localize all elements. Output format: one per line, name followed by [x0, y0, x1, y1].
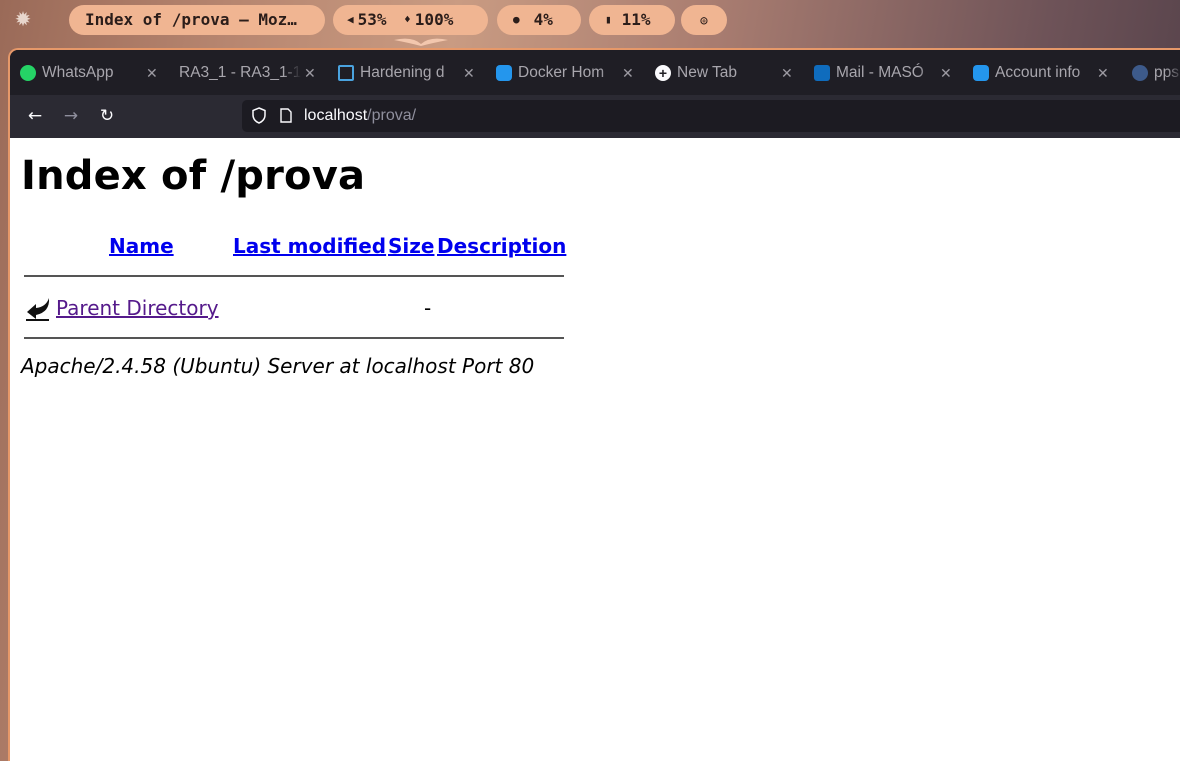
tab-label: RA3_1 - RA3_1-1.	[179, 58, 301, 88]
speaker-icon: ◀	[347, 13, 354, 26]
forward-arrow-icon[interactable]: →	[60, 105, 82, 127]
table-divider	[24, 337, 564, 339]
close-icon[interactable]: ✕	[1097, 58, 1109, 88]
server-signature: Apache/2.4.58 (Ubuntu) Server at localho…	[21, 354, 535, 378]
memory-module[interactable]: ▮ 11%	[589, 5, 675, 35]
top-status-bar: ✹ Index of /prova — Moz… ◀ 53% ♦ 100% ● 4% …	[0, 0, 1180, 46]
database-icon: ▮	[605, 13, 612, 26]
gear-icon[interactable]: ✹	[12, 8, 34, 30]
bulb-icon: ♦	[404, 13, 411, 26]
close-icon[interactable]: ✕	[146, 58, 158, 88]
tab-label: WhatsApp	[42, 58, 142, 88]
close-icon[interactable]: ✕	[781, 58, 793, 88]
url-host: localhost	[304, 107, 368, 124]
tab-label: pps	[1154, 58, 1180, 88]
tab-label: Account info	[995, 58, 1095, 88]
browser-window: WhatsApp ✕ RA3_1 - RA3_1-1. ✕ Hardening …	[8, 48, 1180, 761]
back-folder-icon	[26, 298, 50, 321]
nav-toolbar: ← → ↻ localhost/prova/	[10, 95, 1180, 138]
close-icon[interactable]: ✕	[304, 58, 316, 88]
idle-inhibitor-module[interactable]: ◎	[681, 5, 727, 35]
url-text[interactable]: localhost/prova/	[304, 106, 416, 126]
tab-docker-hub[interactable]: Docker Hom ✕	[496, 58, 636, 88]
tab-hardening[interactable]: Hardening d ✕	[338, 58, 478, 88]
tab-label: Mail - MASÓ	[836, 58, 936, 88]
whatsapp-icon	[20, 65, 36, 81]
reload-icon[interactable]: ↻	[96, 105, 118, 127]
tab-pps[interactable]: pps	[1132, 58, 1180, 88]
volume-value: 53%	[357, 10, 387, 29]
outlook-icon	[814, 65, 830, 81]
decoration-icon	[394, 38, 448, 46]
column-header-last-modified[interactable]: Last modified	[233, 232, 386, 260]
page-icon[interactable]	[280, 108, 292, 123]
column-header-name[interactable]: Name	[109, 232, 174, 260]
window-title-text: Index of /prova — Moz…	[85, 10, 297, 29]
tab-whatsapp[interactable]: WhatsApp ✕	[20, 58, 160, 88]
close-icon[interactable]: ✕	[622, 58, 634, 88]
back-arrow-icon[interactable]: ←	[24, 105, 46, 127]
tab-ra3[interactable]: RA3_1 - RA3_1-1. ✕	[179, 58, 319, 88]
new-tab-icon: +	[655, 65, 671, 81]
docker-icon	[973, 65, 989, 81]
address-bar[interactable]: localhost/prova/	[242, 100, 1180, 132]
docker-icon	[496, 65, 512, 81]
cpu-module[interactable]: ● 4%	[497, 5, 581, 35]
tab-new-tab[interactable]: + New Tab ✕	[655, 58, 795, 88]
eye-off-icon: ◎	[700, 13, 708, 27]
close-icon[interactable]: ✕	[463, 58, 475, 88]
tab-label: New Tab	[677, 58, 777, 88]
brightness-value: 100%	[414, 10, 454, 29]
size-value: -	[424, 296, 432, 320]
cpu-value: 4%	[533, 10, 553, 29]
page-content: Index of /prova Name Last modified Size …	[10, 138, 1180, 761]
shield-icon[interactable]	[252, 107, 266, 124]
active-window-title[interactable]: Index of /prova — Moz…	[69, 5, 325, 35]
tab-mail[interactable]: Mail - MASÓ ✕	[814, 58, 954, 88]
url-path: /prova/	[367, 107, 417, 124]
tab-label: Hardening d	[360, 58, 460, 88]
tab-label: Docker Hom	[518, 58, 618, 88]
memory-value: 11%	[621, 10, 651, 29]
cpu-icon: ●	[513, 13, 520, 26]
parent-directory-link[interactable]: Parent Directory	[56, 294, 219, 322]
hardening-icon	[338, 65, 354, 81]
column-header-description[interactable]: Description	[437, 232, 566, 260]
column-header-size[interactable]: Size	[388, 232, 434, 260]
close-icon[interactable]: ✕	[940, 58, 952, 88]
table-divider	[24, 275, 564, 277]
tab-strip: WhatsApp ✕ RA3_1 - RA3_1-1. ✕ Hardening …	[10, 50, 1180, 95]
page-title: Index of /prova	[21, 153, 366, 199]
tab-account-info[interactable]: Account info ✕	[973, 58, 1113, 88]
pps-icon	[1132, 65, 1148, 81]
